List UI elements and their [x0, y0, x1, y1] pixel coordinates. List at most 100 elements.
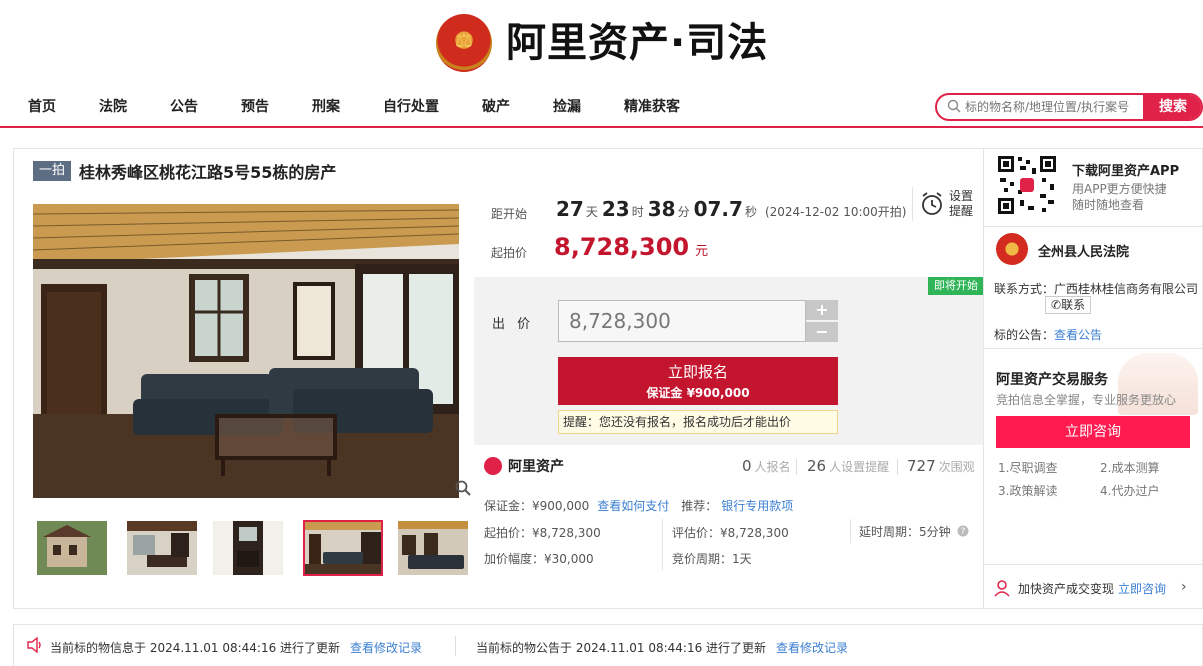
thumbnail-3[interactable] — [213, 521, 283, 575]
deposit-label: 保证金 ¥900,000 — [646, 386, 750, 400]
announcement-row: 标的公告：查看公告 — [994, 326, 1102, 343]
price-unit: 元 — [695, 244, 709, 259]
signup-count-value: 0 — [742, 457, 752, 475]
right-sidebar: 下载阿里资产APP 用APP更方便快捷 随时随地查看 全州县人民法院 联系方式：广… — [983, 148, 1203, 609]
court-emblem-logo[interactable]: ⚖ — [436, 14, 492, 72]
countdown-label: 距开始 — [491, 207, 528, 221]
contact-button-label: 联系 — [1061, 298, 1086, 312]
divider — [455, 636, 456, 656]
ali-asset-logo-text: 阿里资产 — [508, 459, 564, 475]
nav-item-self-disposal[interactable]: 自行处置 — [383, 96, 439, 116]
how-to-pay-link[interactable]: 查看如何支付 — [597, 499, 669, 513]
starting-price-label: 起拍价 — [491, 246, 528, 260]
starting-price: 8,728,300 元 — [554, 233, 708, 261]
nav-item-bankruptcy[interactable]: 破产 — [482, 96, 510, 116]
divider — [796, 459, 797, 475]
reminder-count-value: 26 — [807, 457, 827, 475]
reminder-line2: 提醒 — [949, 204, 974, 218]
bid-panel: 即将开始 出 价 8,728,300 + − 立即报名 保证金 ¥900,000… — [474, 277, 984, 445]
increase-bid-button[interactable]: + — [806, 300, 838, 320]
reminder-line1: 设置 — [949, 189, 974, 203]
countdown-hours: 23 — [601, 197, 630, 221]
search-button[interactable]: 搜索 — [1143, 95, 1201, 119]
brand-name[interactable]: 阿里资产·司法 — [506, 16, 768, 70]
item-title: 桂林秀峰区桃花江路5号55栋的房产 — [79, 163, 337, 182]
signup-tip: 提醒：您还没有报名，报名成功后才能出价 — [558, 410, 838, 434]
svg-text:?: ? — [960, 527, 965, 537]
start-time: (2024-12-02 10:00开拍) — [764, 205, 907, 219]
trading-service-box: 阿里资产交易服务 竞拍信息全掌握，专业服务更放心 立即咨询 1.尽职调查 2.成… — [984, 348, 1203, 512]
starting-price-detail: 起拍价：¥8,728,300 — [484, 526, 601, 540]
countdown-days: 27 — [556, 197, 584, 221]
starting-price-value: 8,728,300 — [554, 233, 690, 261]
nav-item-precise-leads[interactable]: 精准获客 — [624, 96, 680, 116]
main-nav: 首页 法院 公告 预告 刑案 自行处置 破产 捡漏 精准获客 搜索 — [0, 90, 1203, 128]
auction-info: 距开始 27 天 23 时 38 分 07.7 秒 (2024-12-02 10:00开拍) 设… — [474, 149, 984, 610]
recommend-text: 推荐： — [681, 499, 718, 513]
app-sub-line2: 随时随地查看 — [1072, 198, 1145, 212]
countdown: 27 天 23 时 38 分 07.7 秒 (2024-12-02 10:00开拍) — [556, 197, 906, 221]
service-person-icon — [994, 580, 1010, 597]
divider — [662, 519, 663, 571]
dining-room-thumbnail — [127, 521, 197, 575]
bid-label: 出 价 — [492, 317, 535, 332]
view-count-unit: 次围观 — [938, 460, 975, 474]
fast-sale-label: 加快资产成交变现 — [1018, 582, 1115, 596]
contact-button[interactable]: ✆联系 — [1045, 296, 1092, 314]
nav-item-announcement[interactable]: 公告 — [170, 96, 198, 116]
view-count-value: 727 — [907, 457, 936, 475]
stairway-thumbnail — [213, 521, 283, 575]
fast-consult-link[interactable]: 立即咨询 — [1118, 582, 1166, 596]
update-bar: 当前标的物信息于 2024.11.01 08:44:16 进行了更新 查看修改记… — [13, 624, 1203, 666]
deposit-text: 保证金：¥900,000 — [484, 499, 590, 513]
divider — [897, 459, 898, 475]
decrease-bid-button[interactable]: − — [806, 322, 838, 342]
nav-item-preview[interactable]: 预告 — [241, 96, 269, 116]
exterior-thumbnail — [37, 521, 107, 575]
speaker-icon — [27, 637, 41, 653]
service-subtitle: 竞拍信息全掌握，专业服务更放心 — [996, 393, 1177, 407]
search-input[interactable] — [965, 98, 1145, 116]
court-emblem-icon — [996, 233, 1028, 265]
appraisal-price-detail: 评估价：¥8,728,300 — [672, 526, 789, 540]
bid-amount-input[interactable]: 8,728,300 — [558, 300, 806, 342]
zoom-icon[interactable] — [454, 479, 472, 497]
notice-history-link[interactable]: 查看修改记录 — [776, 639, 848, 656]
countdown-seconds: 07.7 — [693, 197, 743, 221]
court-name: 全州县人民法院 — [1038, 245, 1130, 260]
thumbnail-2[interactable] — [127, 521, 197, 575]
deposit-detail: 保证金：¥900,000 查看如何支付 推荐： 银行专用款项 — [484, 497, 793, 514]
consult-button[interactable]: 立即咨询 — [996, 416, 1190, 448]
fast-sale-row[interactable]: 加快资产成交变现 立即咨询 › — [984, 564, 1203, 608]
thumbnail-1[interactable] — [37, 521, 107, 575]
nav-item-home[interactable]: 首页 — [28, 96, 56, 116]
help-icon[interactable]: ? — [957, 525, 969, 537]
reminder-count-unit: 人设置提醒 — [829, 460, 890, 474]
thumbnail-4-selected[interactable] — [303, 520, 383, 576]
countdown-minutes: 38 — [647, 197, 676, 221]
info-history-link[interactable]: 查看修改记录 — [350, 639, 422, 656]
view-announcement-link[interactable]: 查看公告 — [1054, 328, 1102, 342]
court-row[interactable]: 全州县人民法院 — [984, 226, 1203, 270]
reminder-count: 26 人设置提醒 — [807, 457, 889, 475]
nav-item-bargain[interactable]: 捡漏 — [553, 96, 581, 116]
search-icon — [947, 99, 961, 113]
chevron-right-icon: › — [1181, 579, 1187, 595]
app-sub-line1: 用APP更方便快捷 — [1072, 182, 1167, 196]
app-download-title: 下载阿里资产APP — [1072, 164, 1180, 179]
phone-icon: ✆ — [1051, 298, 1062, 312]
divider — [850, 519, 851, 543]
round-tag: 一拍 — [33, 161, 72, 181]
service-item: 2.成本测算 — [1100, 461, 1160, 475]
set-reminder-button[interactable]: 设置 提醒 — [919, 189, 979, 221]
signup-button[interactable]: 立即报名 保证金 ¥900,000 — [558, 357, 838, 405]
bank-payment-link[interactable]: 银行专用款项 — [721, 499, 793, 513]
thumbnail-5[interactable] — [398, 521, 468, 575]
hours-unit: 时 — [631, 205, 644, 219]
signup-count: 0 人报名 — [742, 457, 791, 475]
site-header: ⚖ 阿里资产·司法 — [0, 0, 1203, 90]
nav-item-criminal[interactable]: 刑案 — [312, 96, 340, 116]
main-photo[interactable] — [33, 204, 459, 498]
nav-item-court[interactable]: 法院 — [99, 96, 127, 116]
ali-asset-logo-icon — [484, 457, 502, 475]
